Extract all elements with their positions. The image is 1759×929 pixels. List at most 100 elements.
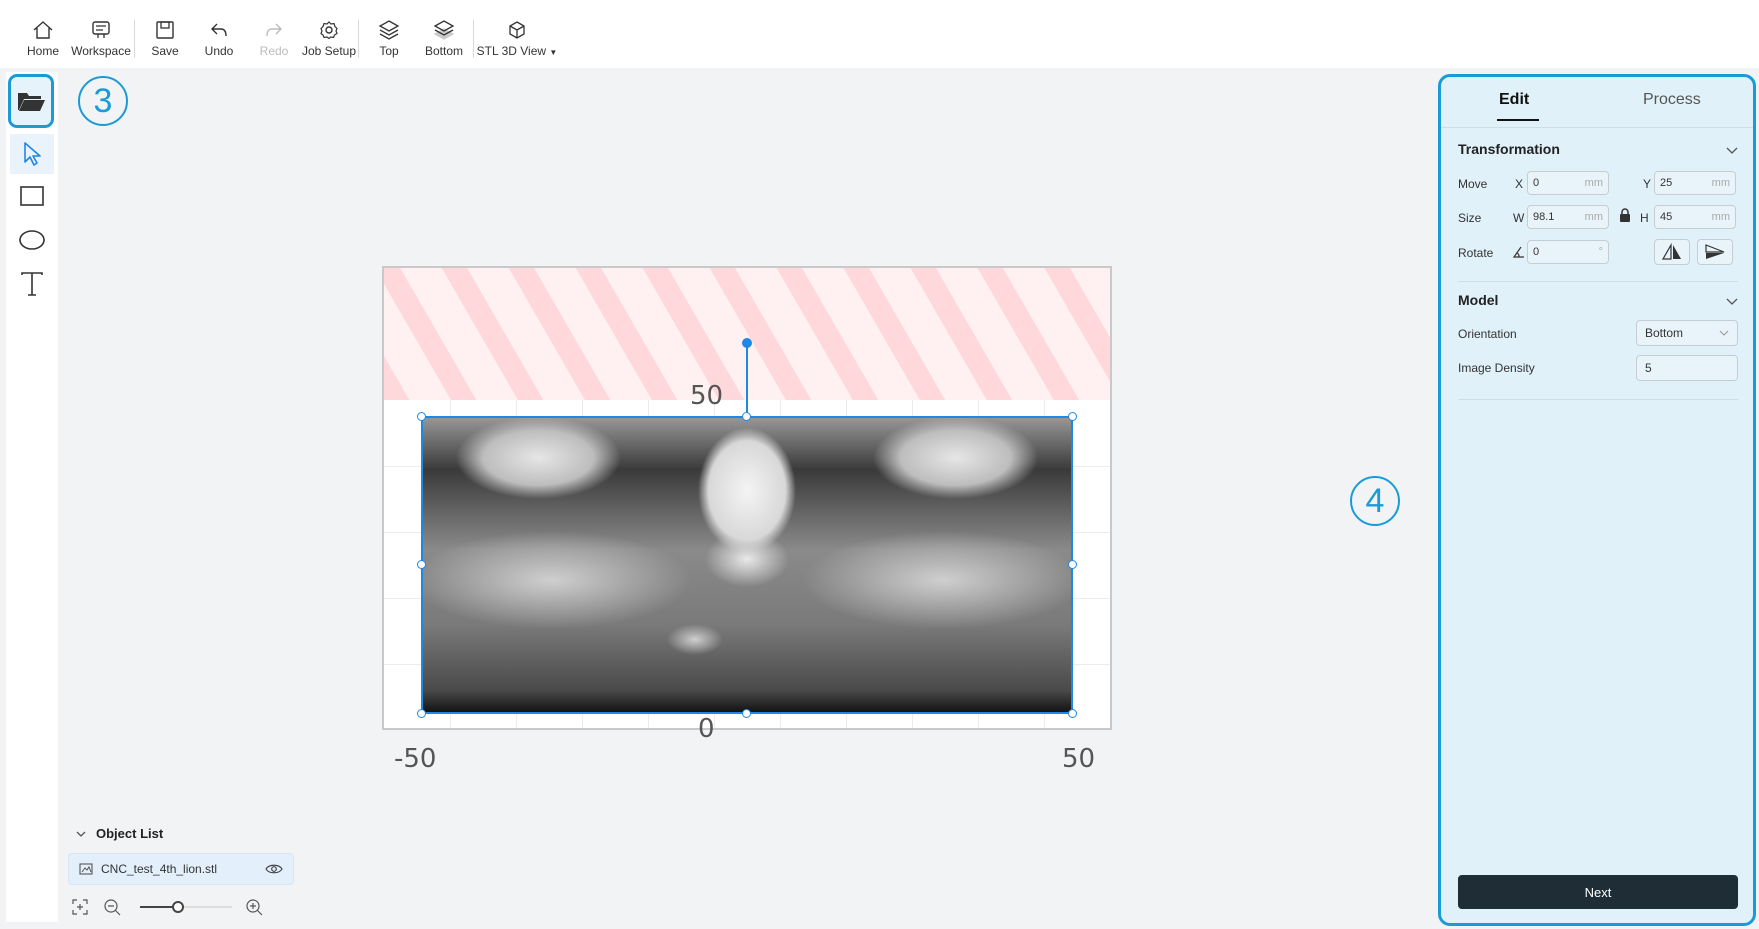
job-setup-button[interactable]: Job Setup [302, 18, 356, 60]
toolbar-divider [134, 20, 135, 58]
unit-label: mm [1711, 211, 1730, 223]
image-density-input[interactable]: 5 [1636, 355, 1738, 381]
zoom-controls [72, 896, 272, 918]
degree-unit: ° [1598, 246, 1603, 258]
top-toolbar: Home Workspace Save Undo Redo Job Setup [0, 0, 1759, 68]
image-density-value: 5 [1645, 361, 1652, 375]
resize-handle[interactable] [1068, 709, 1077, 718]
image-density-label: Image Density [1458, 361, 1535, 375]
object-list-item[interactable]: CNC_test_4th_lion.stl [68, 853, 294, 885]
rotate-handle-line [746, 343, 748, 416]
tab-process[interactable]: Process [1643, 91, 1701, 109]
rotate-input[interactable]: 0 ° [1527, 240, 1609, 264]
panel-tabs: Edit Process [1441, 77, 1753, 127]
undo-button[interactable]: Undo [203, 18, 235, 60]
object-list-header[interactable]: Object List [76, 826, 163, 841]
flip-vertical-button[interactable] [1697, 239, 1733, 265]
redo-icon [261, 18, 287, 42]
move-y-value: 25 [1660, 177, 1673, 189]
rectangle-tool[interactable] [10, 176, 54, 216]
workspace-label: Workspace [71, 44, 131, 58]
unit-label: mm [1584, 211, 1603, 223]
workspace-icon [88, 18, 114, 42]
undo-label: Undo [204, 44, 234, 58]
image-file-icon [79, 863, 93, 875]
size-h-input[interactable]: 45 mm [1654, 205, 1736, 229]
flip-horizontal-icon [1661, 243, 1681, 260]
chevron-down-icon[interactable] [1725, 294, 1739, 308]
size-label: Size [1458, 211, 1482, 225]
move-label: Move [1458, 177, 1488, 191]
resize-handle[interactable] [1068, 560, 1077, 569]
eye-icon[interactable] [265, 863, 283, 875]
move-y-input[interactable]: 25 mm [1654, 171, 1736, 195]
axis-label-x-right: 50 [1062, 744, 1096, 774]
h-label: H [1640, 211, 1649, 225]
workspace-button[interactable]: Workspace [71, 18, 131, 60]
unit-label: mm [1711, 177, 1730, 189]
resize-handle[interactable] [417, 560, 426, 569]
x-label: X [1515, 177, 1524, 191]
resize-handle[interactable] [742, 709, 751, 718]
callout-marker: 4 [1350, 476, 1400, 526]
zoom-slider-knob[interactable] [172, 901, 184, 913]
left-tool-strip [6, 72, 58, 922]
ellipse-tool[interactable] [10, 220, 54, 260]
bottom-view-button[interactable]: Bottom [423, 18, 465, 60]
top-view-button[interactable]: Top [375, 18, 403, 60]
model-title: Model [1458, 292, 1499, 308]
folder-open-icon [18, 93, 45, 111]
size-w-input[interactable]: 98.1 mm [1527, 205, 1609, 229]
caret-down-icon: ▼ [549, 48, 558, 57]
save-button[interactable]: Save [150, 18, 180, 60]
job-setup-label: Job Setup [301, 44, 357, 58]
resize-handle[interactable] [417, 412, 426, 421]
orientation-select[interactable]: Bottom [1636, 320, 1738, 346]
transformation-title: Transformation [1458, 141, 1560, 157]
home-icon [30, 18, 56, 42]
toolbar-divider [358, 20, 359, 58]
angle-icon [1512, 246, 1524, 258]
rotate-label: Rotate [1458, 246, 1494, 260]
ellipse-icon [19, 230, 45, 250]
home-label: Home [26, 44, 59, 58]
selection-box[interactable] [421, 416, 1073, 714]
axis-label-x-left: -50 [394, 744, 437, 774]
chevron-down-icon [76, 831, 86, 837]
save-label: Save [151, 44, 179, 58]
resize-handle[interactable] [417, 709, 426, 718]
text-tool[interactable] [10, 264, 54, 304]
lock-icon[interactable] [1619, 208, 1631, 223]
zoom-in-icon[interactable] [246, 899, 263, 916]
w-label: W [1513, 211, 1525, 225]
resize-handle[interactable] [1068, 412, 1077, 421]
stl-3d-view-button[interactable]: STL 3D View ▼ [476, 18, 558, 60]
undo-icon [206, 18, 232, 42]
move-x-input[interactable]: 0 mm [1527, 171, 1609, 195]
callout-marker: 3 [78, 76, 128, 126]
chevron-down-icon [1719, 330, 1729, 336]
cursor-arrow-icon [24, 142, 41, 166]
zoom-out-icon[interactable] [104, 899, 121, 916]
flip-horizontal-button[interactable] [1654, 239, 1690, 265]
size-w-value: 98.1 [1533, 211, 1555, 223]
cube-icon [504, 18, 530, 42]
select-tool[interactable] [10, 134, 54, 174]
fit-view-icon[interactable] [72, 899, 88, 915]
rotate-handle[interactable] [742, 338, 752, 348]
home-button[interactable]: Home [24, 18, 62, 60]
rotate-value: 0 [1533, 246, 1540, 258]
flip-vertical-icon [1705, 244, 1725, 259]
open-file-button[interactable] [8, 74, 54, 128]
next-button[interactable]: Next [1458, 875, 1738, 909]
gear-icon [316, 18, 342, 42]
resize-handle[interactable] [742, 412, 751, 421]
rectangle-icon [20, 186, 44, 206]
properties-panel: Edit Process Transformation Move X 0 mm … [1438, 74, 1756, 926]
tab-edit[interactable]: Edit [1499, 91, 1529, 109]
stl-3d-view-text: STL 3D View [476, 44, 547, 58]
chevron-down-icon[interactable] [1725, 143, 1739, 157]
redo-button[interactable]: Redo [258, 18, 290, 60]
section-divider [1458, 281, 1738, 282]
tab-divider [1441, 127, 1753, 128]
